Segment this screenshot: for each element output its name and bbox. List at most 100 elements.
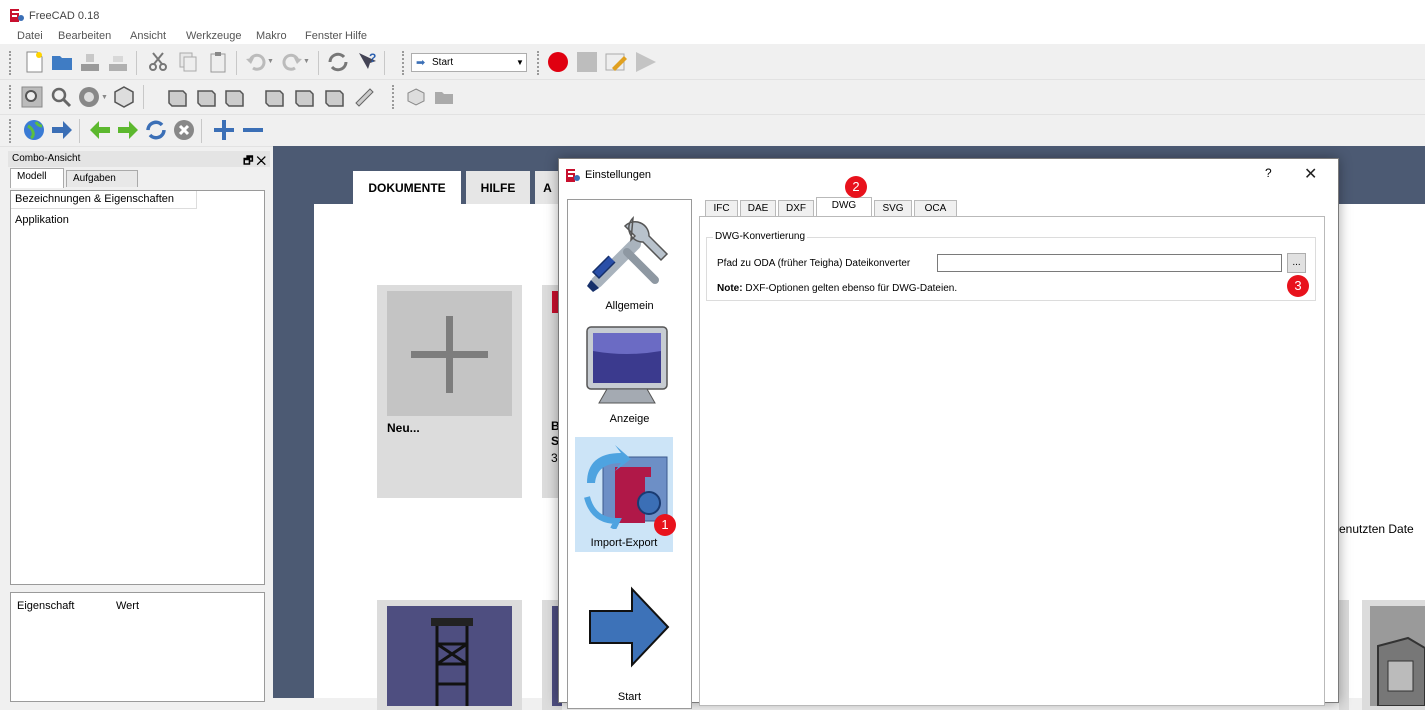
help-icon[interactable]: ? [1265,166,1272,180]
left-view-icon[interactable] [322,85,346,109]
tab-modell[interactable]: Modell [10,168,64,188]
tower-model-icon [431,618,473,706]
tab-aktivitaeten[interactable]: A [535,171,560,205]
toolbar-grip[interactable] [9,119,14,143]
toolbar-separator [201,119,202,143]
tab-ifc[interactable]: IFC [705,200,738,217]
dialog-title-bar[interactable]: Einstellungen ? ✕ [559,159,1338,191]
create-part-icon[interactable] [404,85,428,109]
save-as-icon[interactable] [106,50,130,74]
open-folder-icon[interactable] [50,50,74,74]
toolbar-grip[interactable] [9,51,14,75]
preference-category-list[interactable]: Allgemein Anzeige Import-Export Start [567,199,692,709]
undo-dropdown-icon[interactable]: ▼ [267,58,274,65]
redo-icon[interactable] [280,50,304,74]
value-column-header[interactable]: Wert [116,600,139,612]
tab-dxf[interactable]: DXF [778,200,814,217]
front-view-icon[interactable] [165,85,189,109]
macro-record-icon[interactable] [546,50,570,74]
save-icon[interactable] [78,50,102,74]
macro-edit-icon[interactable] [604,50,628,74]
svg-text:?: ? [369,51,376,65]
redo-dropdown-icon[interactable]: ▼ [303,58,310,65]
group-title: DWG-Konvertierung [713,231,808,242]
arrow-right-icon [589,586,670,668]
reload-icon[interactable] [144,118,168,142]
cut-icon[interactable] [146,50,170,74]
paste-icon[interactable] [206,50,230,74]
fit-selection-icon[interactable] [49,85,73,109]
tab-dwg[interactable]: DWG [816,197,872,217]
whats-this-help-icon[interactable]: ? [356,50,380,74]
rear-view-icon[interactable] [262,85,286,109]
menu-bearbeiten[interactable]: Bearbeiten [58,30,111,42]
tree-column-header[interactable]: Bezeichnungen & Eigenschaften [11,191,197,209]
dwg-conversion-group: DWG-Konvertierung Pfad zu ODA (früher Te… [706,231,1316,301]
combo-view-header: Combo-Ansicht 🗗 ✕ [8,151,270,167]
tab-dae[interactable]: DAE [740,200,776,217]
category-start[interactable]: Start [568,583,691,703]
example-card-3[interactable] [1339,600,1349,710]
example-card-4[interactable] [1362,600,1425,710]
combo-view-title: Combo-Ansicht [12,153,81,164]
forward-arrow-icon[interactable] [116,118,140,142]
stop-loading-icon[interactable] [172,118,196,142]
undo-icon[interactable] [244,50,268,74]
draw-style-dropdown-icon[interactable]: ▼ [101,94,108,101]
menu-hilfe[interactable]: Hilfe [345,30,367,42]
oda-path-input[interactable] [937,254,1282,272]
property-column-header[interactable]: Eigenschaft [17,600,74,612]
isometric-view-icon[interactable] [112,85,136,109]
new-document-card[interactable]: Neu... [377,285,522,498]
menu-fenster[interactable]: Fenster [305,30,342,42]
macro-stop-icon[interactable] [575,50,599,74]
toolbar-separator [136,51,137,75]
annotation-badge-3: 3 [1287,275,1309,297]
tab-aufgaben[interactable]: Aufgaben [66,170,138,187]
close-icon[interactable]: ✕ [1304,164,1317,184]
toolbar-grip[interactable] [9,85,14,109]
open-website-icon[interactable] [50,118,74,142]
tab-dokumente[interactable]: DOKUMENTE [353,171,461,205]
tab-hilfe[interactable]: HILFE [466,171,530,205]
toolbar-grip[interactable] [392,85,397,109]
copy-icon[interactable] [176,50,200,74]
menu-werkzeuge[interactable]: Werkzeuge [186,30,241,42]
tab-svg[interactable]: SVG [874,200,912,217]
menu-ansicht[interactable]: Ansicht [130,30,166,42]
recent-card-info-partial: 3 [551,451,558,465]
toolbar-grip[interactable] [402,51,407,75]
property-view[interactable]: Eigenschaft Wert [10,592,265,702]
macro-play-icon[interactable] [633,50,657,74]
model-tree[interactable]: Bezeichnungen & Eigenschaften Applikatio… [10,190,265,585]
tree-item-applikation[interactable]: Applikation [15,214,69,226]
category-import-export[interactable]: Import-Export [575,437,673,552]
recent-files-label-partial: enutzten Date [1339,522,1414,536]
globe-start-page-icon[interactable] [22,118,46,142]
draw-style-icon[interactable] [77,85,101,109]
toolbar-grip[interactable] [537,51,542,75]
menu-makro[interactable]: Makro [256,30,287,42]
category-allgemein[interactable]: Allgemein [568,200,691,315]
new-card-label: Neu... [387,421,420,435]
zoom-out-icon[interactable] [241,118,265,142]
new-document-icon[interactable] [22,50,46,74]
toolbar-separator [318,51,319,75]
measure-distance-icon[interactable] [352,85,376,109]
fit-all-icon[interactable] [20,85,44,109]
example-card-1[interactable] [377,600,522,710]
top-view-icon[interactable] [194,85,218,109]
category-anzeige[interactable]: Anzeige [568,315,691,430]
toolbar-file: ▼ ▼ ? ➡ Start ▼ [0,46,1425,80]
bottom-view-icon[interactable] [292,85,316,109]
refresh-icon[interactable] [326,50,350,74]
create-group-icon[interactable] [432,85,456,109]
chevron-down-icon: ▼ [516,58,524,67]
back-arrow-icon[interactable] [88,118,112,142]
workbench-select[interactable]: ➡ Start ▼ [411,53,527,72]
tab-oca[interactable]: OCA [914,200,957,217]
menu-datei[interactable]: Datei [17,30,43,42]
zoom-in-icon[interactable] [212,118,236,142]
browse-button[interactable]: ... [1287,253,1306,273]
right-view-icon[interactable] [222,85,246,109]
